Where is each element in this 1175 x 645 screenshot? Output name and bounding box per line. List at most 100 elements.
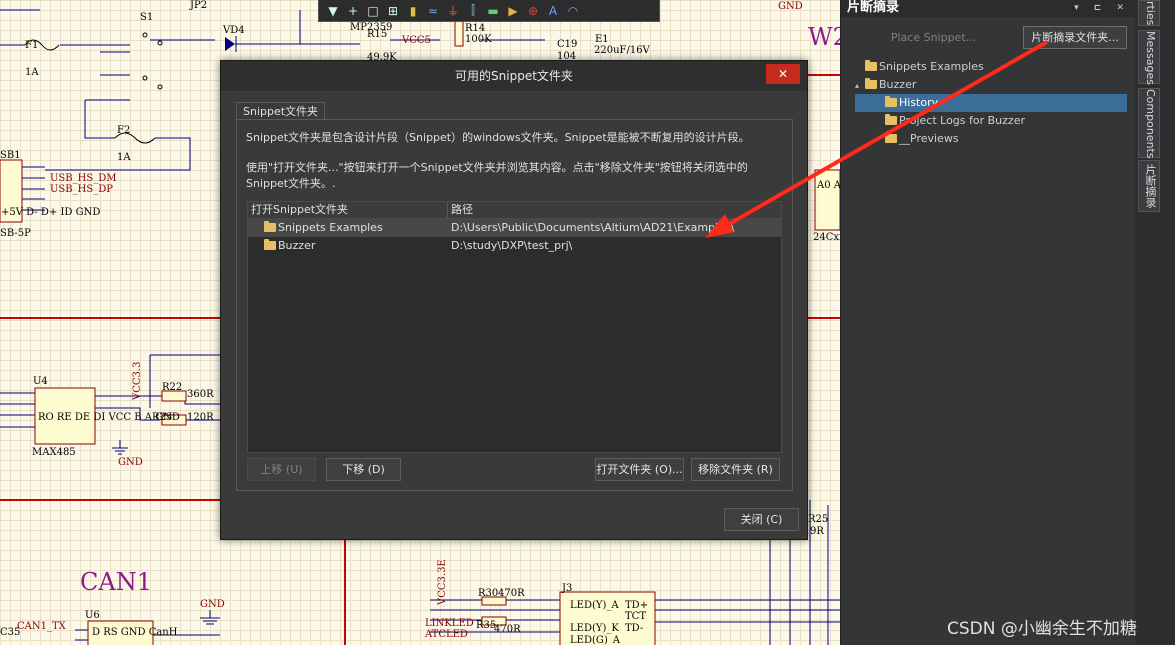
panel-header: 片断摘录 ▾ ⊏ ✕ <box>841 0 1136 17</box>
noerc-icon[interactable]: ⊕ <box>525 3 541 19</box>
bus-icon[interactable]: ▮ <box>405 3 421 19</box>
label-f1-val: 1A <box>25 67 39 78</box>
label-r23: R23 <box>152 412 172 423</box>
snippets-panel: 片断摘录 ▾ ⊏ ✕ Place Snippet... 片断摘录文件夹... S… <box>840 0 1136 645</box>
dialog-title-bar[interactable]: 可用的Snippet文件夹 ✕ <box>221 61 807 91</box>
rect-select-icon[interactable]: □ <box>365 3 381 19</box>
label-linkled: LINKLED <box>425 618 474 629</box>
port-icon[interactable]: ⫿ <box>465 3 481 19</box>
row-path: D:\study\DXP\test_prj\ <box>451 239 573 252</box>
table-row[interactable]: Buzzer D:\study\DXP\test_prj\ <box>248 237 781 255</box>
label-jp2: JP2 <box>189 0 207 11</box>
snippet-folders-button[interactable]: 片断摘录文件夹... <box>1023 26 1127 49</box>
folder-icon <box>865 60 877 71</box>
folder-icon <box>264 221 276 232</box>
label-gnd-top: GND <box>778 1 803 12</box>
arc-icon[interactable]: ◠ <box>565 3 581 19</box>
tab-components[interactable]: Components <box>1138 88 1160 159</box>
tree-item-buzzer[interactable]: ▴ Buzzer <box>855 76 1127 94</box>
tab-properties[interactable]: rties <box>1138 0 1160 26</box>
label-vd4: VD4 <box>222 25 245 36</box>
label-r25-val: 9R <box>810 526 824 537</box>
table-header: 打开Snippet文件夹 路径 <box>248 202 781 219</box>
label-usb-dm: USB_HS_DM <box>50 173 116 184</box>
label-led-y-a: LED(Y)_A <box>570 600 619 611</box>
label-gnd1: GND <box>118 457 143 468</box>
label-tct: TCT <box>625 611 646 622</box>
tree-item-project-logs[interactable]: Project Logs for Buzzer <box>855 112 1127 130</box>
label-r25: R25 <box>808 514 828 525</box>
label-u6: U6 <box>85 610 100 621</box>
label-vcc33: VCC3.3 <box>132 362 143 401</box>
tab-messages[interactable]: Messages <box>1138 30 1160 85</box>
tree-item-snippets-examples[interactable]: Snippets Examples <box>855 58 1127 76</box>
label-can1: CAN1 <box>80 568 152 596</box>
folder-icon <box>885 96 897 107</box>
move-down-button[interactable]: 下移 (D) <box>326 458 401 481</box>
label-ic-pins: A0 A1 A2 GND <box>816 180 840 191</box>
gnd-icon[interactable]: ⏚ <box>445 3 461 19</box>
label-td-m: TD- <box>625 623 643 634</box>
label-w2: W2 <box>808 23 840 51</box>
folder-icon <box>885 114 897 125</box>
label-r22-val: 360R <box>187 389 214 400</box>
row-name: Snippets Examples <box>278 221 383 234</box>
panel-title: 片断摘录 <box>847 0 900 15</box>
column-divider[interactable] <box>447 202 448 218</box>
label-max485: MAX485 <box>32 447 76 458</box>
label-ic-part: 24Cxx <box>813 232 840 243</box>
description-text: Snippet文件夹是包含设计片段（Snippet）的windows文件夹。Sn… <box>246 131 750 144</box>
wire-icon[interactable]: ≈ <box>425 3 441 19</box>
tree-item-label: Snippets Examples <box>879 60 984 73</box>
watermark: CSDN @小幽余生不加糖 <box>947 619 1137 639</box>
plus-icon[interactable]: + <box>345 3 361 19</box>
label-c19: C19 <box>557 39 577 50</box>
remove-folder-button[interactable]: 移除文件夹 (R) <box>691 458 780 481</box>
label-usb-pins: +5V D- D+ ID GND <box>1 207 100 218</box>
close-button[interactable]: 关闭 (C) <box>724 508 799 531</box>
snippet-tree: Snippets Examples ▴ Buzzer History Projec… <box>855 58 1127 148</box>
label-c35: C35 <box>0 627 20 638</box>
column-header-path[interactable]: 路径 <box>451 202 473 218</box>
label-e1-val: 220uF/16V <box>594 45 651 56</box>
label-can-pins: D RS GND CanH <box>92 627 178 638</box>
folder-icon <box>885 132 897 143</box>
table-row[interactable]: Snippets Examples D:\Users\Public\Docume… <box>248 219 781 237</box>
netlabel-icon[interactable]: ▶ <box>505 3 521 19</box>
text-icon[interactable]: A <box>545 3 561 19</box>
row-name: Buzzer <box>278 239 316 252</box>
label-s1: S1 <box>140 12 153 23</box>
instruction-text: 使用"打开文件夹..."按钮来打开一个Snippet文件夹并浏览其内容。点击"移… <box>246 161 748 190</box>
label-r15: R15 <box>367 29 387 40</box>
dialog-title: 可用的Snippet文件夹 <box>455 69 573 83</box>
label-j3: J3 <box>561 583 572 594</box>
label-r22: R22 <box>162 382 182 393</box>
open-folder-button[interactable]: 打开文件夹 (O)... <box>595 458 684 481</box>
folder-table: 打开Snippet文件夹 路径 Snippets Examples D:\Use… <box>247 201 782 453</box>
close-icon[interactable]: ✕ <box>766 64 800 84</box>
schematic-active-bar: ▼ + □ ⊞ ▮ ≈ ⏚ ⫿ ▬ ▶ ⊕ A ◠ <box>318 0 660 22</box>
label-actled: ATCLED <box>424 629 468 640</box>
component-icon[interactable]: ▬ <box>485 3 501 19</box>
panel-header-icons[interactable]: ▾ ⊏ ✕ <box>1074 0 1130 16</box>
label-r23-val: 120R <box>187 412 214 423</box>
place-snippet-button[interactable]: Place Snippet... <box>861 26 1006 50</box>
tab-snippet-folders[interactable]: Snippet文件夹 <box>236 102 326 120</box>
label-e1: E1 <box>595 34 609 45</box>
tab-snippets[interactable]: 片断摘录 <box>1138 160 1160 212</box>
label-gnd2: GND <box>200 599 225 610</box>
column-header-folder[interactable]: 打开Snippet文件夹 <box>251 202 348 218</box>
tree-item-previews[interactable]: __Previews <box>855 130 1127 148</box>
label-vcc5: VCC5 <box>401 35 431 46</box>
folder-icon <box>264 239 276 250</box>
label-f2: F2 <box>117 125 130 136</box>
filter-icon[interactable]: ▼ <box>325 3 341 19</box>
label-f2-val: 1A <box>117 152 131 163</box>
tree-item-label: Project Logs for Buzzer <box>899 114 1025 127</box>
tree-item-label: __Previews <box>899 132 959 145</box>
align-icon[interactable]: ⊞ <box>385 3 401 19</box>
move-up-button[interactable]: 上移 (U) <box>247 458 316 481</box>
collapse-arrow-icon[interactable]: ▴ <box>855 77 865 95</box>
tree-item-history[interactable]: History <box>855 94 1127 112</box>
label-can1-tx: CAN1_TX <box>17 621 67 632</box>
